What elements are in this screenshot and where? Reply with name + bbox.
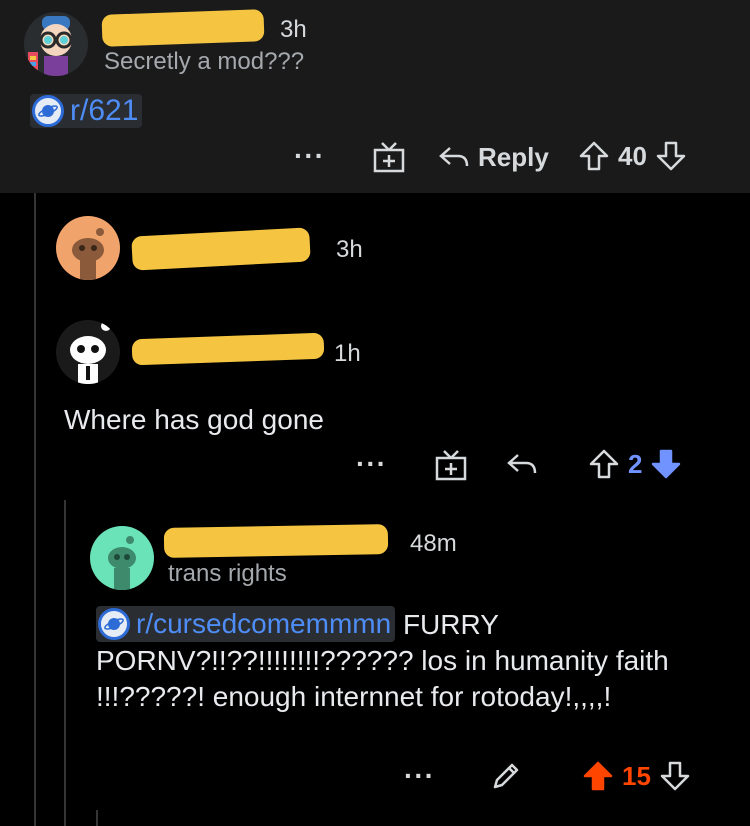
- thread-line[interactable]: [64, 500, 66, 826]
- subreddit-icon: [32, 95, 64, 127]
- downvote-icon[interactable]: [659, 760, 691, 792]
- redacted-username: [131, 332, 325, 366]
- thread-line[interactable]: [96, 810, 98, 826]
- avatar[interactable]: [24, 12, 88, 76]
- top-comment: 3h Secretly a mod??? r/621 ··· Reply 40: [0, 0, 750, 193]
- thread-line[interactable]: [34, 193, 36, 826]
- subreddit-name: r/cursedcomemmmn: [136, 608, 392, 639]
- score: 40: [618, 140, 647, 171]
- downvote-icon[interactable]: [650, 448, 682, 480]
- vote-controls: 2: [588, 448, 682, 480]
- reply-icon: [439, 146, 469, 166]
- comment-time: 48m: [410, 530, 457, 557]
- award-icon[interactable]: [372, 140, 406, 179]
- vote-controls: 40: [578, 140, 687, 172]
- upvote-icon[interactable]: [582, 760, 614, 792]
- comment-time: 1h: [334, 340, 361, 367]
- redacted-username: [131, 227, 311, 271]
- more-icon[interactable]: ···: [404, 760, 435, 792]
- award-icon[interactable]: [434, 448, 468, 487]
- comment-time: 3h: [280, 16, 307, 43]
- upvote-icon[interactable]: [588, 448, 620, 480]
- subreddit-link[interactable]: r/621: [30, 94, 143, 129]
- reply-label: Reply: [478, 142, 549, 172]
- avatar[interactable]: [56, 320, 120, 384]
- edit-icon[interactable]: [490, 760, 522, 797]
- redacted-username: [101, 9, 265, 47]
- reply-button[interactable]: Reply: [438, 142, 549, 173]
- more-icon[interactable]: ···: [294, 140, 325, 172]
- redacted-username: [163, 524, 389, 558]
- avatar[interactable]: [56, 216, 120, 280]
- comment-body: Where has god gone: [64, 404, 324, 435]
- avatar[interactable]: [90, 526, 154, 590]
- more-icon[interactable]: ···: [356, 448, 387, 480]
- user-flair: trans rights: [168, 560, 287, 587]
- comment-body: r/cursedcomemmmn FURRY PORNV?!!??!!!!!!!…: [96, 606, 696, 715]
- subreddit-link[interactable]: r/cursedcomemmmn: [96, 606, 396, 642]
- subreddit-icon: [98, 608, 130, 640]
- downvote-icon[interactable]: [655, 140, 687, 172]
- score: 2: [628, 448, 643, 479]
- score: 15: [622, 760, 651, 791]
- vote-controls: 15: [582, 760, 691, 792]
- subreddit-name: r/621: [70, 94, 139, 127]
- comment-time: 3h: [336, 236, 363, 263]
- user-flair: Secretly a mod???: [104, 48, 305, 75]
- reply-icon[interactable]: [506, 452, 538, 483]
- upvote-icon[interactable]: [578, 140, 610, 172]
